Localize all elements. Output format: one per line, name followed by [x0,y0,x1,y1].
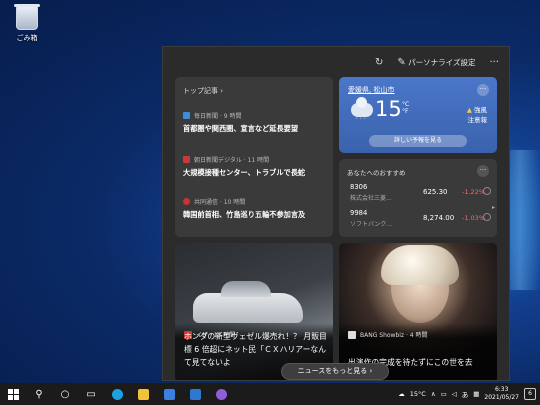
story-item[interactable]: 共同通信 · 10 時間 韓国前首相、竹島巡り五輪不参加言及 [183,197,327,220]
panel-header: ↻ ✎ パーソナライズ設定 ··· [163,47,509,77]
news-image-car [193,281,303,323]
news-source: BANG Showbiz · 4 時間 [348,330,428,339]
clock-time: 6:33 [494,386,509,393]
warning-line2: 注意報 [467,116,488,124]
stock-change: -1.03% [462,214,485,222]
stocks-card: あなたへのおすすめ ··· 8306 株式会社三菱... 625.30 -1.2… [339,159,497,237]
file-explorer-icon[interactable] [130,383,156,405]
start-button[interactable] [0,383,26,405]
network-icon[interactable]: ▭ [441,390,447,398]
taskbar: ⚲ ○ ▭ ☁ 15°C ∧ ▭ ◁ あ ▦ 6:33 2021/05/27 6 [0,383,540,405]
story-title: 首都圏や関西圏、宣言など延長要望 [183,124,299,133]
stock-price: 8,274.00 [423,214,455,222]
photos-icon[interactable] [208,383,234,405]
story-source: 朝日新聞デジタル · 11 時間 [194,157,270,164]
forecast-button[interactable]: 詳しい予報を見る [369,135,467,147]
source-logo-icon [348,330,356,339]
personalize-button[interactable]: ✎ パーソナライズ設定 [397,57,475,68]
add-stock-icon[interactable] [483,213,491,221]
windows-logo-icon [7,388,19,400]
personalize-label: パーソナライズ設定 [408,57,476,67]
temperature-unit-toggle[interactable]: °C °F [402,101,409,115]
story-title: 韓国前首相、竹島巡り五輪不参加言及 [183,210,306,219]
show-hidden-icons-icon[interactable]: ∧ [431,390,436,398]
edge-icon[interactable] [104,383,130,405]
weather-more-button[interactable]: ··· [477,84,489,96]
panel-more-button[interactable]: ··· [489,57,499,68]
taskbar-weather-temp[interactable]: 15°C [410,390,426,398]
source-logo-icon [183,156,190,163]
unit-fahrenheit: °F [402,108,409,115]
news-widgets-panel: ↻ ✎ パーソナライズ設定 ··· トップ記事 › 毎日新聞 · 9 時間 首都… [162,46,510,381]
store-icon[interactable] [156,383,182,405]
stocks-more-button[interactable]: ··· [477,165,489,177]
pencil-icon: ✎ [397,56,406,68]
source-logo-icon [183,112,190,119]
weather-location[interactable]: 愛媛県, 松山市 [348,85,394,95]
unit-celsius: °C [402,101,410,108]
clock[interactable]: 6:33 2021/05/27 [484,386,519,402]
weather-cloud-icon[interactable]: ☁ [398,390,405,398]
news-card[interactable]: BANG Showbiz · 4 時間 出演作の完成を待たずにこの世を去 [339,243,497,380]
task-view-icon[interactable]: ▭ [78,383,104,405]
recycle-bin-label: ごみ箱 [16,34,38,42]
rain-drops-icon: ´´´ [355,118,367,125]
clock-date: 2021/05/27 [484,394,519,401]
stock-change: -1.22% [462,188,485,196]
stocks-header: あなたへのおすすめ [347,169,406,177]
ime-indicator[interactable]: あ [462,389,469,399]
notification-center-button[interactable]: 6 [524,388,536,400]
top-stories-card: トップ記事 › 毎日新聞 · 9 時間 首都圏や関西圏、宣言など延長要望 朝日新… [175,77,333,237]
news-source-text: BANG Showbiz · 4 時間 [360,332,428,339]
recycle-bin[interactable]: ごみ箱 [10,4,44,43]
weather-warning[interactable]: ▲ 強風注意報 [467,105,487,125]
story-source: 共同通信 · 10 時間 [194,199,246,206]
warning-icon: ▲ [466,106,472,114]
rain-cloud-icon [351,97,373,117]
stock-row[interactable]: 8306 株式会社三菱... 625.30 -1.22% [350,183,493,203]
story-title: 大規模接種センター、トラブルで長蛇 [183,168,306,177]
recycle-bin-icon [14,4,40,30]
story-item[interactable]: 毎日新聞 · 9 時間 首都圏や関西圏、宣言など延長要望 [183,111,327,134]
warning-line1: 強風 [474,106,487,114]
search-icon[interactable]: ⚲ [26,383,52,405]
cortana-icon[interactable]: ○ [52,383,78,405]
news-card[interactable]: イザ · 13 時間 ホンダの新型ヴェゼル爆売れ！？ 月販目標 6 倍超にネット… [175,243,333,380]
refresh-icon[interactable]: ↻ [375,57,383,68]
top-stories-header[interactable]: トップ記事 › [175,77,333,96]
mail-icon[interactable] [182,383,208,405]
ime-mode-icon[interactable]: ▦ [473,390,479,398]
system-tray: ☁ 15°C ∧ ▭ ◁ あ ▦ 6:33 2021/05/27 6 [398,383,540,405]
news-image-hair [381,245,459,285]
weather-card[interactable]: 愛媛県, 松山市 ··· ´´´ 15 °C °F ▲ 強風注意報 詳しい予報を見… [339,77,497,153]
see-more-news-button[interactable]: ニュースをもっと見る › [281,363,389,380]
stock-row[interactable]: 9984 ソフトバンク... 8,274.00 -1.03% [350,209,493,229]
stock-price: 625.30 [423,188,448,196]
next-arrow-icon[interactable]: ▸ [492,204,495,211]
source-logo-icon [183,198,190,205]
add-stock-icon[interactable] [483,187,491,195]
weather-temperature: 15 [375,97,402,121]
story-item[interactable]: 朝日新聞デジタル · 11 時間 大規模接種センター、トラブルで長蛇 [183,155,327,178]
volume-icon[interactable]: ◁ [452,390,457,398]
story-source: 毎日新聞 · 9 時間 [194,113,242,120]
